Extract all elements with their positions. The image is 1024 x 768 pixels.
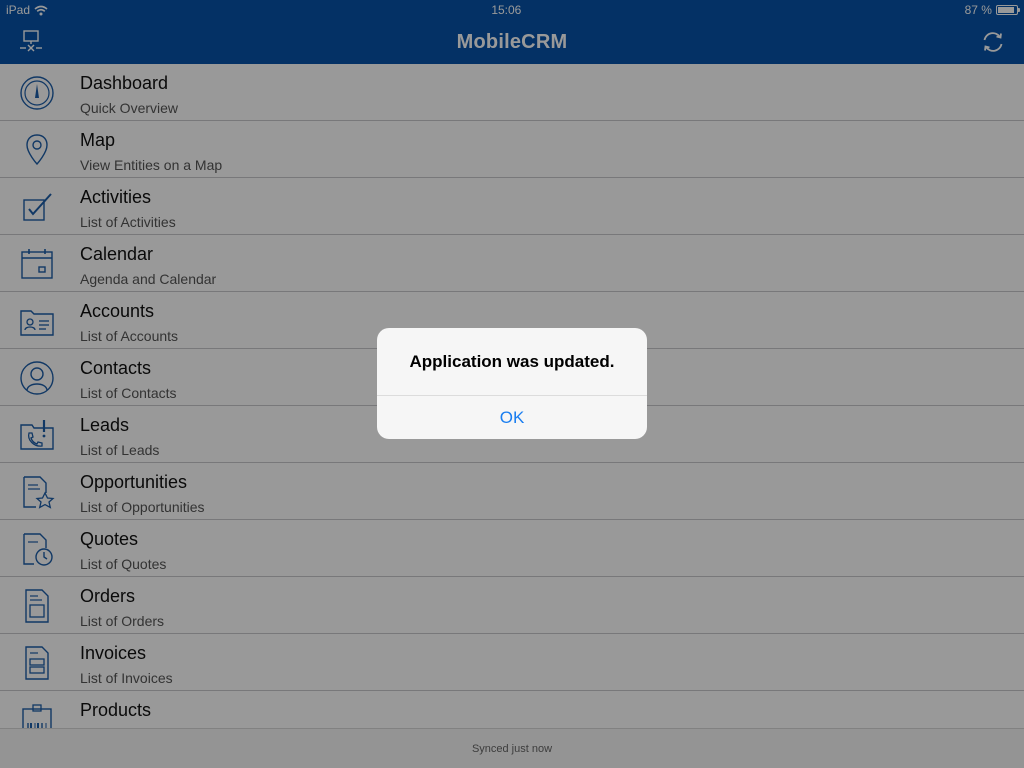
ok-button[interactable]: OK: [377, 395, 647, 439]
alert-dialog: Application was updated. OK: [377, 328, 647, 439]
alert-message: Application was updated.: [409, 351, 615, 371]
